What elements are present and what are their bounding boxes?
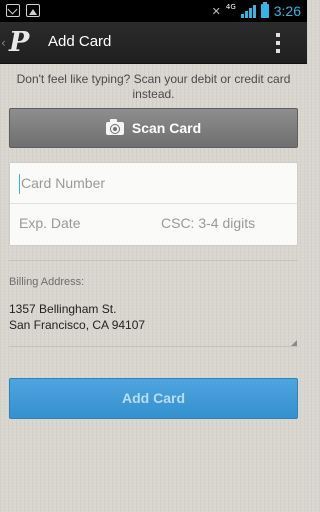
camera-icon [105, 118, 124, 135]
page-title: Add Card [48, 33, 112, 50]
billing-address-spinner[interactable]: 1357 Bellingham St. San Francisco, CA 94… [9, 301, 145, 333]
card-number-field[interactable]: Card Number [10, 163, 297, 204]
notification-area [6, 4, 40, 17]
text-cursor [19, 174, 20, 194]
billing-address-label: Billing Address: [9, 276, 85, 288]
mail-icon [6, 4, 20, 17]
section-divider [9, 260, 298, 261]
signal-icon [240, 4, 256, 18]
network-type: 4G [225, 3, 236, 11]
paypal-logo[interactable]: P [9, 29, 29, 57]
spinner-underline [9, 346, 298, 347]
exp-date-placeholder: Exp. Date [19, 215, 81, 231]
csc-field[interactable]: CSC: 3-4 digits [154, 205, 297, 245]
clock: 3:26 [273, 3, 301, 19]
system-icons: ✕ 4G 3:26 [211, 2, 301, 19]
card-number-placeholder: Card Number [21, 175, 106, 191]
mute-icon: ✕ [211, 4, 221, 18]
add-card-button[interactable]: Add Card [9, 378, 298, 419]
scan-card-label: Scan Card [131, 120, 202, 136]
address-line-2: San Francisco, CA 94107 [9, 318, 146, 332]
address-line-1: 1357 Bellingham St. [9, 302, 117, 316]
overflow-menu-icon[interactable] [275, 33, 281, 53]
action-bar: ‹ P Add Card [0, 22, 307, 64]
battery-icon [260, 2, 269, 18]
up-caret-icon[interactable]: ‹ [1, 36, 6, 50]
scan-card-button[interactable]: Scan Card [9, 108, 298, 148]
spinner-arrow-icon [291, 340, 297, 346]
exp-date-field[interactable]: Exp. Date [10, 205, 154, 245]
status-bar: ✕ 4G 3:26 [0, 0, 307, 22]
scan-prompt: Don't feel like typing? Scan your debit … [16, 72, 291, 101]
csc-placeholder: CSC: 3-4 digits [161, 215, 256, 231]
card-details-box: Card Number Exp. Date CSC: 3-4 digits [9, 162, 298, 246]
image-icon [26, 4, 40, 17]
